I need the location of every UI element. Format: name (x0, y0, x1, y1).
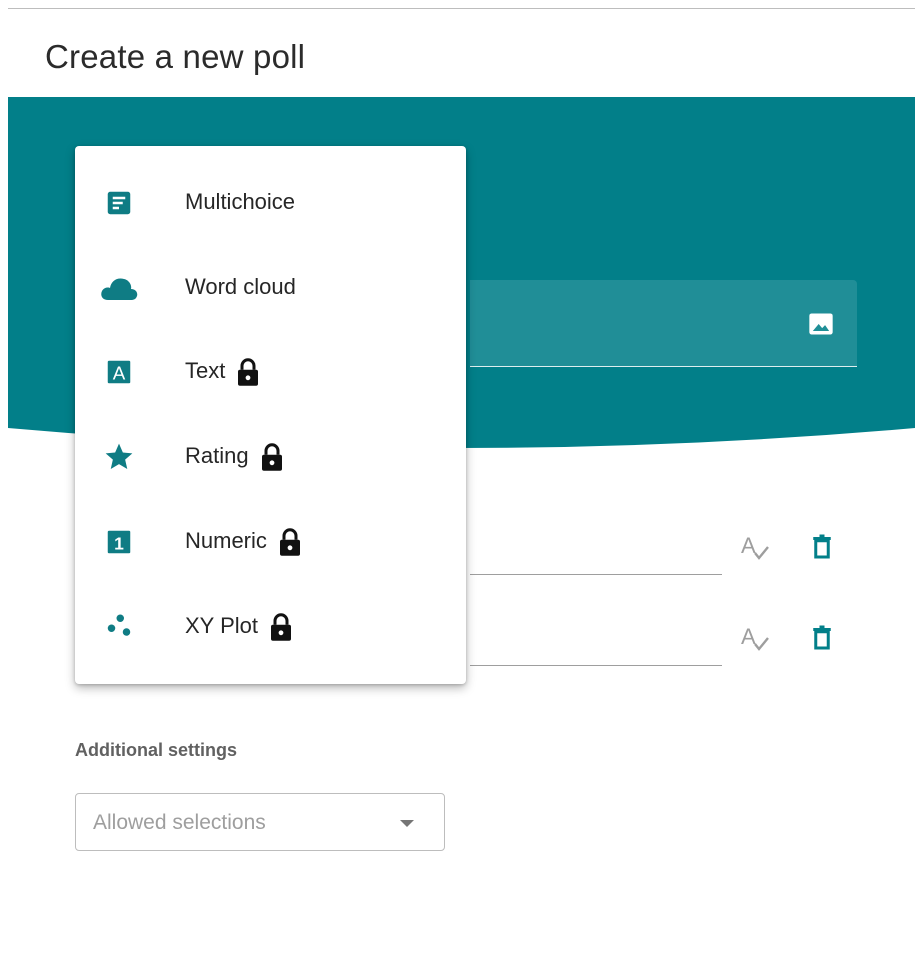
menu-item-numeric[interactable]: 1 Numeric (75, 499, 466, 584)
multichoice-icon (99, 183, 139, 223)
lock-icon (268, 611, 294, 641)
menu-item-label: Numeric (185, 525, 303, 556)
svg-text:A: A (741, 533, 756, 558)
trash-icon[interactable] (804, 529, 840, 565)
spellcheck-icon[interactable]: A (737, 620, 773, 656)
menu-item-word-cloud[interactable]: Word cloud (75, 245, 466, 330)
numeric-icon: 1 (99, 522, 139, 562)
menu-item-multichoice[interactable]: Multichoice (75, 160, 466, 245)
lock-icon (235, 356, 261, 386)
svg-text:A: A (741, 624, 756, 649)
question-input[interactable] (470, 280, 857, 367)
question-type-menu: Multichoice Word cloud A Text Rating 1 N… (75, 146, 466, 684)
spellcheck-icon[interactable]: A (737, 529, 773, 565)
chevron-down-icon (400, 820, 414, 827)
menu-item-text[interactable]: A Text (75, 329, 466, 414)
lock-icon (277, 526, 303, 556)
menu-item-label: XY Plot (185, 610, 294, 641)
additional-settings-heading: Additional settings (75, 740, 237, 760)
menu-item-label: Text (185, 355, 261, 386)
menu-item-label: Word cloud (185, 273, 296, 299)
cloud-icon (99, 268, 139, 308)
menu-item-label: Rating (185, 440, 285, 471)
trash-icon[interactable] (804, 620, 840, 656)
menu-item-rating[interactable]: Rating (75, 414, 466, 499)
menu-item-xy-plot[interactable]: XY Plot (75, 584, 466, 669)
lock-icon (259, 441, 285, 471)
allowed-selections-select[interactable]: Allowed selections (75, 793, 445, 851)
option-input-underline[interactable] (470, 665, 722, 666)
page-title: Create a new poll (45, 38, 306, 75)
star-icon (99, 437, 139, 477)
image-icon[interactable] (807, 310, 835, 338)
scatter-icon (99, 607, 139, 647)
allowed-selections-placeholder: Allowed selections (93, 811, 266, 834)
text-icon: A (99, 352, 139, 392)
svg-text:1: 1 (114, 533, 124, 553)
menu-item-label: Multichoice (185, 188, 296, 214)
option-input-underline[interactable] (470, 574, 722, 575)
top-divider (8, 8, 915, 9)
svg-text:A: A (113, 362, 126, 383)
